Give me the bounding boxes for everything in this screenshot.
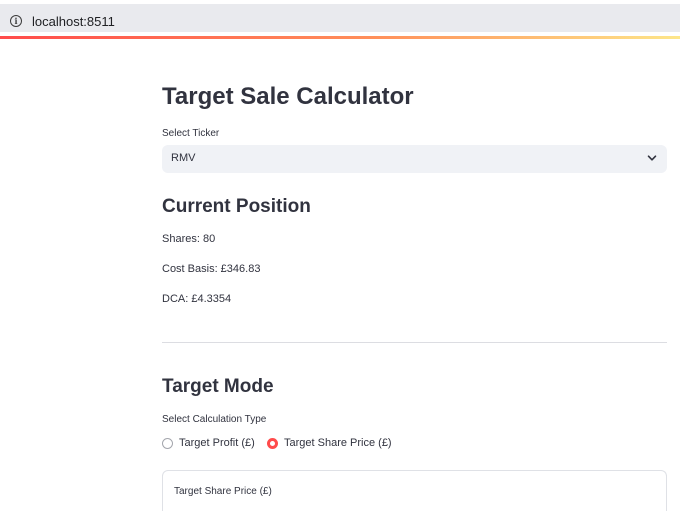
shares-text: Shares: 80 xyxy=(162,233,216,245)
info-icon[interactable]: i xyxy=(10,15,22,27)
page-title: Target Sale Calculator xyxy=(162,83,414,110)
ticker-select-value: RMV xyxy=(171,152,196,164)
ticker-select-label: Select Ticker xyxy=(162,128,220,139)
browser-toolbar: i localhost:8511 xyxy=(0,0,680,36)
address-bar[interactable]: i localhost:8511 xyxy=(0,4,680,32)
radio-button-checked[interactable] xyxy=(267,438,278,449)
chevron-down-icon[interactable] xyxy=(647,153,657,163)
header-decoration xyxy=(0,36,680,39)
target-share-price-label: Target Share Price (£) xyxy=(174,486,272,497)
target-mode-heading: Target Mode xyxy=(162,376,274,397)
cost-basis-text: Cost Basis: £346.83 xyxy=(162,263,261,275)
calculation-type-label: Select Calculation Type xyxy=(162,414,267,425)
calculation-type-radio-group: Target Profit (£) Target Share Price (£) xyxy=(162,437,667,453)
dca-text: DCA: £4.3354 xyxy=(162,293,232,305)
current-position-heading: Current Position xyxy=(162,196,311,217)
radio-button-unchecked[interactable] xyxy=(162,438,173,449)
url-text[interactable]: localhost:8511 xyxy=(32,15,115,29)
radio-option-target-share-price[interactable]: Target Share Price (£) xyxy=(267,437,397,453)
target-form: Target Share Price (£) xyxy=(162,470,667,511)
radio-label-target-profit[interactable]: Target Profit (£) xyxy=(179,437,255,449)
divider xyxy=(162,342,667,343)
radio-option-target-profit[interactable]: Target Profit (£) xyxy=(162,437,262,453)
ticker-select[interactable]: RMV xyxy=(162,145,667,173)
radio-label-target-share-price[interactable]: Target Share Price (£) xyxy=(284,437,392,449)
